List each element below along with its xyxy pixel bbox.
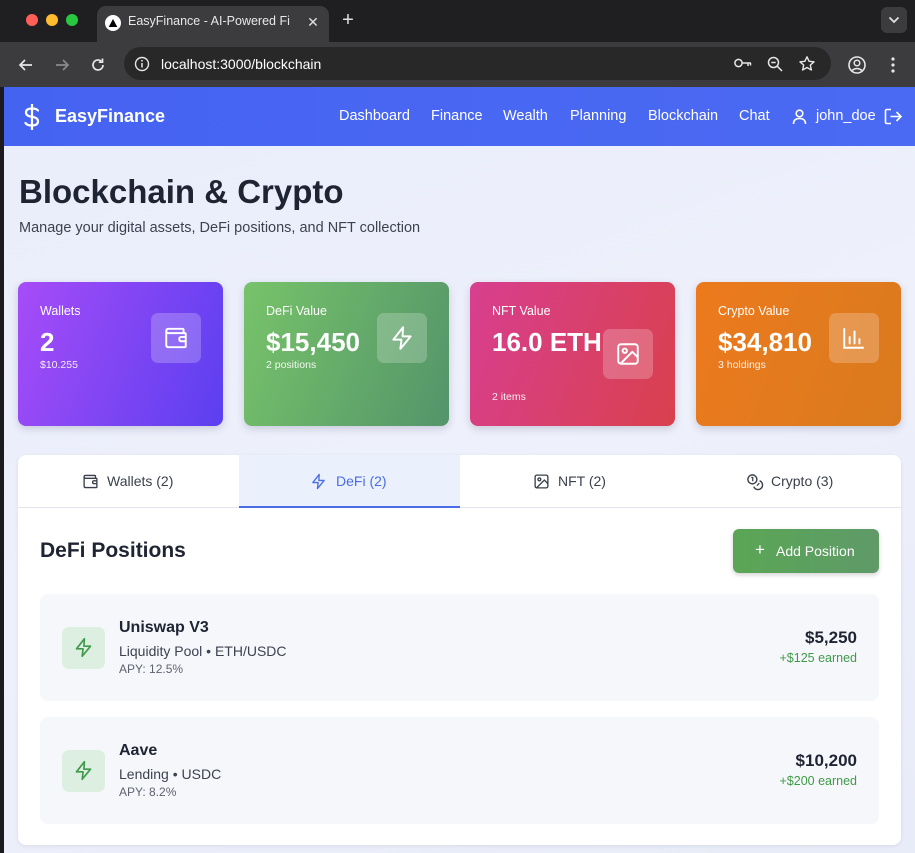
- stat-card-defi: DeFi Value $15,450 2 positions: [244, 282, 449, 426]
- tab-close-icon[interactable]: ✕: [303, 12, 323, 32]
- tab-label: Crypto (3): [771, 473, 834, 489]
- add-position-label: Add Position: [776, 543, 855, 559]
- position-apy: APY: 8.2%: [119, 785, 177, 799]
- position-value: $10,200: [795, 751, 857, 770]
- image-icon: [534, 474, 549, 489]
- wallet-icon: [83, 474, 98, 489]
- tab-label: Wallets (2): [107, 473, 174, 489]
- nav-link-wealth[interactable]: Wealth: [503, 108, 548, 124]
- browser-tab[interactable]: EasyFinance - AI-Powered Fi ✕: [97, 6, 329, 42]
- assets-panel: Wallets (2) DeFi (2) NFT (2) Crypto (3) …: [18, 455, 901, 845]
- top-navbar: EasyFinance Dashboard Finance Wealth Pla…: [4, 87, 915, 146]
- triangle-favicon-icon: [105, 15, 121, 31]
- plus-icon: +: [755, 540, 765, 559]
- minimize-window-button[interactable]: [46, 14, 58, 26]
- more-vertical-icon: [891, 57, 895, 73]
- account-circle-icon: [848, 56, 866, 74]
- position-name: Uniswap V3: [119, 619, 209, 636]
- logout-icon[interactable]: [884, 108, 903, 125]
- tab-nft[interactable]: NFT (2): [460, 455, 681, 508]
- position-type: Liquidity Pool • ETH/USDC: [119, 643, 287, 659]
- page-subtitle: Manage your digital assets, DeFi positio…: [19, 220, 421, 236]
- stat-label: DeFi Value: [266, 304, 327, 318]
- url-text[interactable]: localhost:3000/blockchain: [161, 56, 321, 72]
- stat-value: $34,810: [718, 327, 812, 357]
- position-apy: APY: 12.5%: [119, 662, 184, 676]
- position-earned: +$200 earned: [779, 774, 857, 788]
- tab-label: DeFi (2): [336, 473, 387, 489]
- stat-label: Crypto Value: [718, 304, 790, 318]
- stat-card-crypto: Crypto Value $34,810 3 holdings: [696, 282, 901, 426]
- stat-card-wallets: Wallets 2 $10.255: [18, 282, 223, 426]
- bar-chart-icon: [829, 313, 879, 363]
- defi-position-card[interactable]: Aave Lending • USDC APY: 8.2% $10,200 +$…: [40, 717, 879, 824]
- arrow-right-icon: [56, 59, 70, 71]
- tab-label: NFT (2): [558, 473, 606, 489]
- stat-subtext: 3 holdings: [718, 359, 766, 371]
- site-info-icon[interactable]: [134, 56, 150, 72]
- back-button[interactable]: [15, 54, 37, 76]
- reload-button[interactable]: [87, 54, 109, 76]
- position-type: Lending • USDC: [119, 766, 222, 782]
- tab-wallets[interactable]: Wallets (2): [18, 455, 239, 508]
- stat-subtext: 2 items: [492, 391, 526, 403]
- address-bar[interactable]: localhost:3000/blockchain: [124, 47, 831, 80]
- image-icon: [603, 329, 653, 379]
- maximize-window-button[interactable]: [66, 14, 78, 26]
- stat-label: NFT Value: [492, 304, 551, 318]
- position-value: $5,250: [805, 628, 857, 647]
- add-position-button[interactable]: + Add Position: [733, 529, 879, 573]
- lightning-icon: [62, 627, 105, 669]
- profile-button[interactable]: [846, 54, 868, 76]
- tab-title: EasyFinance - AI-Powered Fi: [128, 14, 290, 28]
- page-title: Blockchain & Crypto: [19, 173, 344, 210]
- stat-value: 16.0 ETH: [492, 327, 602, 357]
- forward-button[interactable]: [51, 54, 73, 76]
- browser-toolbar: localhost:3000/blockchain: [0, 42, 915, 87]
- stat-subtext: $10.255: [40, 359, 78, 371]
- nav-link-chat[interactable]: Chat: [739, 108, 770, 124]
- stat-value: 2: [40, 327, 55, 357]
- brand-name[interactable]: EasyFinance: [55, 106, 165, 127]
- nav-link-blockchain[interactable]: Blockchain: [648, 108, 718, 124]
- stat-card-nft: NFT Value 16.0 ETH 2 items: [470, 282, 675, 426]
- nav-link-planning[interactable]: Planning: [570, 108, 626, 124]
- lightning-icon: [62, 750, 105, 792]
- wallet-icon: [151, 313, 201, 363]
- position-earned: +$125 earned: [779, 651, 857, 665]
- reload-icon: [92, 58, 104, 71]
- app-viewport: EasyFinance Dashboard Finance Wealth Pla…: [4, 87, 915, 853]
- bookmark-star-icon[interactable]: [798, 55, 816, 73]
- stat-subtext: 2 positions: [266, 359, 317, 371]
- nav-link-finance[interactable]: Finance: [431, 108, 483, 124]
- tab-defi[interactable]: DeFi (2): [239, 455, 460, 508]
- lightning-icon: [312, 473, 325, 490]
- defi-position-card[interactable]: Uniswap V3 Liquidity Pool • ETH/USDC APY…: [40, 594, 879, 701]
- coins-icon: [747, 474, 764, 491]
- dollar-icon: [24, 104, 40, 130]
- position-name: Aave: [119, 742, 158, 759]
- stat-label: Wallets: [40, 304, 81, 318]
- section-title: DeFi Positions: [40, 539, 186, 562]
- key-icon[interactable]: [733, 55, 753, 71]
- zoom-icon[interactable]: [766, 55, 784, 73]
- tab-crypto[interactable]: Crypto (3): [681, 455, 901, 508]
- asset-tabs: Wallets (2) DeFi (2) NFT (2) Crypto (3): [18, 455, 901, 508]
- close-window-button[interactable]: [26, 14, 38, 26]
- browser-tab-bar: EasyFinance - AI-Powered Fi ✕ +: [0, 0, 915, 42]
- browser-menu-button[interactable]: [882, 54, 904, 76]
- nav-username[interactable]: john_doe: [816, 108, 876, 124]
- stat-value: $15,450: [266, 327, 360, 357]
- new-tab-button[interactable]: +: [338, 10, 358, 30]
- arrow-left-icon: [18, 59, 32, 71]
- user-icon: [792, 109, 807, 125]
- chevron-down-icon: [888, 16, 900, 24]
- nav-link-dashboard[interactable]: Dashboard: [339, 108, 410, 124]
- lightning-icon: [377, 313, 427, 363]
- tab-search-button[interactable]: [881, 7, 907, 33]
